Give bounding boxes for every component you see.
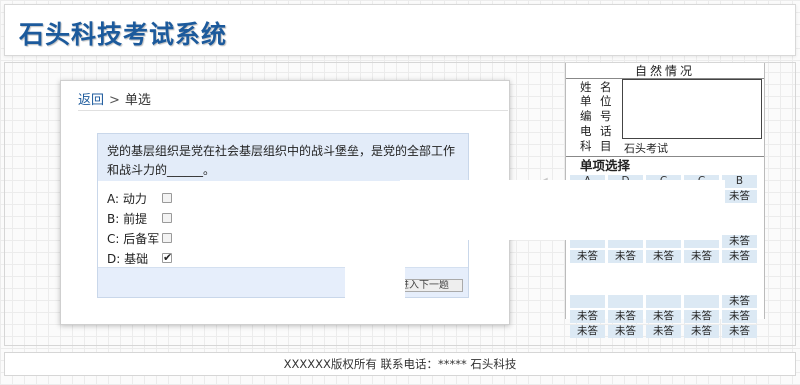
overlay-blank <box>400 180 720 240</box>
breadcrumb: 返回 > 单选 <box>78 89 508 111</box>
info-field-name: 姓名 <box>580 80 612 94</box>
answer-cell[interactable]: 未答 <box>722 295 757 308</box>
info-field-unit: 单位 <box>580 94 612 108</box>
answer-cell[interactable]: 未答 <box>722 250 757 263</box>
option-d[interactable]: D: 基础 <box>107 250 172 267</box>
answer-cell[interactable]: 未答 <box>684 310 719 323</box>
info-field-subject: 科目 <box>580 139 612 153</box>
option-b-checkbox[interactable] <box>162 213 172 223</box>
option-label: A: 动力 <box>107 192 147 206</box>
section-title: 单项选择 <box>566 156 764 173</box>
answer-cell[interactable]: 未答 <box>722 190 757 203</box>
overlay-blank <box>345 240 405 300</box>
option-a-checkbox[interactable] <box>162 193 172 203</box>
answer-cell[interactable]: 未答 <box>684 250 719 263</box>
answer-cell[interactable]: 未答 <box>646 310 681 323</box>
option-b[interactable]: B: 前提 <box>107 211 172 227</box>
breadcrumb-current: 单选 <box>124 93 151 108</box>
photo-box <box>622 79 762 139</box>
header-bar: 石头科技考试系统 <box>4 4 796 56</box>
option-label: C: 后备军 <box>107 232 160 246</box>
overlay-blank <box>720 180 725 220</box>
option-c-checkbox[interactable] <box>162 233 172 243</box>
question-text: 党的基层组织是党在社会基层组织中的战斗堡垒，是党的全部工作和战斗力的______… <box>98 134 468 181</box>
grid-header-cell: B <box>722 175 757 188</box>
answer-cell[interactable]: 未答 <box>722 310 757 323</box>
info-field-phone: 电话 <box>580 124 612 138</box>
question-footer: 提交并进入下一题 <box>98 267 468 297</box>
answer-cell[interactable]: 未答 <box>608 310 643 323</box>
option-label: D: 基础 <box>107 252 149 266</box>
answer-cell[interactable] <box>646 295 681 308</box>
answer-cell[interactable]: 未答 <box>646 325 681 338</box>
footer: XXXXXX版权所有 联系电话：***** 石头科技 <box>4 352 796 376</box>
app-title: 石头科技考试系统 <box>19 20 228 49</box>
answer-cell[interactable]: 未答 <box>570 250 605 263</box>
answer-cell[interactable]: 未答 <box>684 325 719 338</box>
answer-cell[interactable]: 未答 <box>608 250 643 263</box>
answer-cell[interactable]: 未答 <box>570 310 605 323</box>
answer-cell[interactable] <box>608 295 643 308</box>
answer-cell[interactable]: 未答 <box>722 235 757 248</box>
panel-title: 自然情况 <box>566 63 764 79</box>
answer-cell[interactable]: 未答 <box>608 325 643 338</box>
answer-cell[interactable] <box>570 295 605 308</box>
answer-cell[interactable]: 未答 <box>646 250 681 263</box>
subject-value: 石头考试 <box>624 142 668 155</box>
answer-cell[interactable]: 未答 <box>722 325 757 338</box>
option-d-checkbox[interactable] <box>162 250 172 266</box>
option-label: B: 前提 <box>107 212 148 226</box>
option-c[interactable]: C: 后备军 <box>107 231 172 247</box>
breadcrumb-separator: > <box>109 93 120 108</box>
answer-cell[interactable]: 未答 <box>570 325 605 338</box>
info-field-number: 编号 <box>580 109 612 123</box>
answer-cell[interactable] <box>684 295 719 308</box>
option-a[interactable]: A: 动力 <box>107 191 172 207</box>
back-link[interactable]: 返回 <box>78 93 104 108</box>
